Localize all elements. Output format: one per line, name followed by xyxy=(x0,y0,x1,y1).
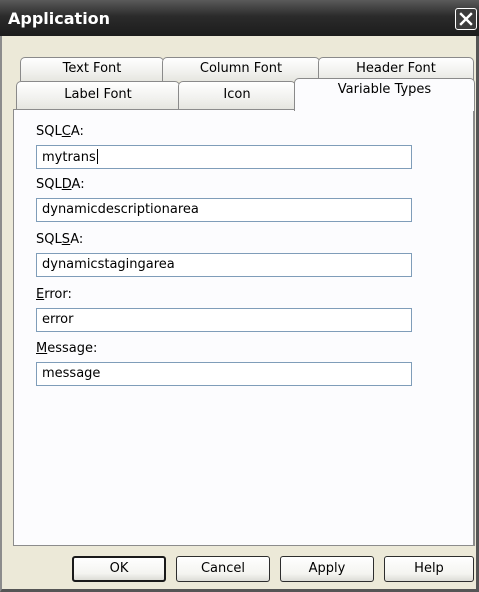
close-button[interactable] xyxy=(455,8,477,30)
message-label: Message: xyxy=(36,341,98,356)
ok-button[interactable]: OK xyxy=(72,556,166,582)
window-title: Application xyxy=(8,9,111,28)
cancel-button[interactable]: Cancel xyxy=(176,556,270,582)
sqlsa-label: SQLSA: xyxy=(36,232,84,247)
error-value: error xyxy=(42,312,74,327)
close-icon xyxy=(459,12,473,26)
tab-label: Text Font xyxy=(62,61,122,76)
help-button[interactable]: Help xyxy=(384,556,474,582)
error-field[interactable]: error xyxy=(36,308,412,332)
message-value: message xyxy=(42,366,101,381)
sqlda-field[interactable]: dynamicdescriptionarea xyxy=(36,198,412,222)
sqlsa-field[interactable]: dynamicstagingarea xyxy=(36,253,412,277)
sqlda-value: dynamicdescriptionarea xyxy=(42,202,199,217)
tab-label: Column Font xyxy=(199,61,283,76)
message-field[interactable]: message xyxy=(36,362,412,386)
tab-label: Label Font xyxy=(64,87,132,102)
tab-panel-variable-types: SQLCA: mytrans SQLDA: dynamicdescription… xyxy=(13,109,475,546)
apply-button[interactable]: Apply xyxy=(280,556,374,582)
tab-label-font[interactable]: Label Font xyxy=(16,81,180,109)
title-bar: Application xyxy=(0,0,479,36)
tab-text-font[interactable]: Text Font xyxy=(20,57,164,81)
tab-variable-types[interactable]: Variable Types xyxy=(294,78,475,111)
text-caret xyxy=(96,149,98,164)
sqlca-field[interactable]: mytrans xyxy=(36,145,412,169)
error-label: Error: xyxy=(36,287,72,302)
tab-label: Header Font xyxy=(356,61,436,76)
tab-icon[interactable]: Icon xyxy=(178,81,296,109)
tab-label: Variable Types xyxy=(337,82,432,97)
sqlca-value: mytrans xyxy=(42,150,96,165)
sqlda-label: SQLDA: xyxy=(36,177,85,192)
sqlca-label: SQLCA: xyxy=(36,124,84,139)
tab-label: Icon xyxy=(223,87,251,102)
sqlsa-value: dynamicstagingarea xyxy=(42,257,175,272)
